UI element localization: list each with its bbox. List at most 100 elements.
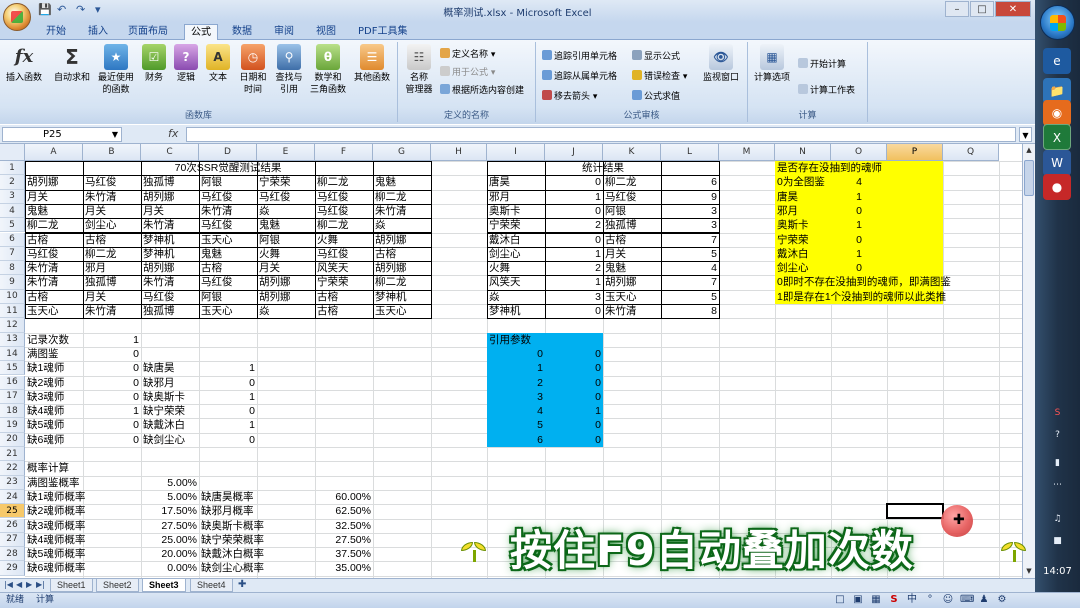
column-header-e[interactable]: E: [257, 144, 315, 161]
qat-dropdown-icon[interactable]: ▾: [95, 3, 109, 17]
row-header-9[interactable]: 9: [0, 275, 25, 290]
cell-j18[interactable]: 1: [545, 404, 603, 418]
cell-j6[interactable]: 0: [545, 233, 603, 247]
cell-k3[interactable]: 马红俊: [603, 190, 661, 204]
cell-d20[interactable]: 0: [199, 433, 257, 447]
cell-l3[interactable]: 9: [661, 190, 719, 204]
cell-a6[interactable]: 古榕: [25, 233, 83, 247]
cell-c7[interactable]: 梦神机: [141, 247, 199, 261]
cell-a18[interactable]: 缺4魂师: [25, 404, 83, 418]
cell-b28[interactable]: 20.00%: [83, 547, 199, 561]
cell-l8[interactable]: 4: [661, 261, 719, 275]
cell-i19[interactable]: 5: [487, 418, 545, 432]
cell-a13[interactable]: 记录次数: [25, 333, 83, 347]
cell-j5[interactable]: 2: [545, 218, 603, 232]
cell-n5[interactable]: 奥斯卡: [775, 218, 831, 232]
name-manager-button[interactable]: ☷ 名称 管理器: [402, 44, 436, 96]
cell-b20[interactable]: 0: [83, 433, 141, 447]
cell-c19[interactable]: 缺戴沐白: [141, 418, 199, 432]
column-header-a[interactable]: A: [25, 144, 83, 161]
row-header-14[interactable]: 14: [0, 346, 25, 362]
cell-k4[interactable]: 阿银: [603, 204, 661, 218]
help-tray-icon[interactable]: ?: [1035, 430, 1080, 440]
trace-dependents-button[interactable]: 追踪从属单元格: [542, 70, 617, 83]
cell-d26[interactable]: 缺奥斯卡概率: [199, 519, 315, 533]
cell-c8[interactable]: 胡列娜: [141, 261, 199, 275]
cell-a23[interactable]: 满图鉴概率: [25, 476, 83, 490]
normal-view-icon[interactable]: □: [834, 594, 846, 606]
watch-window-button[interactable]: 👁 监视窗口: [700, 44, 742, 84]
tab-page-layout[interactable]: 页面布局: [122, 24, 174, 40]
last-sheet-icon[interactable]: ▶|: [36, 580, 45, 589]
cell-f28[interactable]: 37.50%: [315, 547, 373, 561]
tab-review[interactable]: 审阅: [268, 24, 300, 40]
row-header-12[interactable]: 12: [0, 318, 25, 333]
first-sheet-icon[interactable]: |◀: [4, 580, 13, 589]
row-header-18[interactable]: 18: [0, 404, 25, 419]
row-header-25[interactable]: 25: [0, 504, 25, 519]
tab-pdf-tools[interactable]: PDF工具集: [352, 24, 413, 40]
column-header-o[interactable]: O: [831, 144, 887, 161]
insert-sheet-icon[interactable]: ✚: [238, 579, 246, 590]
cell-b13[interactable]: 1: [83, 333, 141, 347]
cell-d8[interactable]: 古榕: [199, 261, 257, 275]
row-header-11[interactable]: 11: [0, 304, 25, 319]
cell-i15[interactable]: 1: [487, 361, 545, 375]
firefox-icon[interactable]: ◉: [1043, 100, 1071, 126]
cell-a22[interactable]: 概率计算: [25, 461, 83, 475]
logical-button[interactable]: ? 逻辑: [172, 44, 200, 84]
more-tray-icon[interactable]: ⋯: [1035, 480, 1080, 490]
cell-l11[interactable]: 8: [661, 304, 719, 318]
cell-a2[interactable]: 胡列娜: [25, 175, 83, 189]
cell-j17[interactable]: 0: [545, 390, 603, 404]
emoji-icon[interactable]: ☺: [942, 594, 954, 606]
cell-a9[interactable]: 朱竹清: [25, 275, 83, 289]
select-all-corner[interactable]: [0, 144, 25, 161]
cell-b27[interactable]: 25.00%: [83, 533, 199, 547]
cell-b3[interactable]: 朱竹清: [83, 190, 141, 204]
volume-icon[interactable]: ♫: [1035, 514, 1080, 524]
column-header-h[interactable]: H: [431, 144, 487, 161]
cell-b14[interactable]: 0: [83, 347, 141, 361]
cell-f9[interactable]: 宁荣荣: [315, 275, 373, 289]
cell-o6[interactable]: 0: [831, 233, 887, 247]
cell-a5[interactable]: 柳二龙: [25, 218, 83, 232]
cell-i7[interactable]: 剑尘心: [487, 247, 545, 261]
cell-b5[interactable]: 剑尘心: [83, 218, 141, 232]
cell-j4[interactable]: 0: [545, 204, 603, 218]
results-title[interactable]: 70次SSR觉醒测试结果: [25, 161, 431, 175]
cell-a4[interactable]: 鬼魅: [25, 204, 83, 218]
cell-l10[interactable]: 5: [661, 290, 719, 304]
cell-b7[interactable]: 柳二龙: [83, 247, 141, 261]
column-header-n[interactable]: N: [775, 144, 831, 161]
punctuation-icon[interactable]: °: [924, 594, 936, 606]
column-header-d[interactable]: D: [199, 144, 257, 161]
cell-i5[interactable]: 宁荣荣: [487, 218, 545, 232]
show-formulas-button[interactable]: 显示公式: [632, 50, 680, 63]
cell-g4[interactable]: 朱竹清: [373, 204, 431, 218]
cell-n9[interactable]: 0即时不存在没抽到的魂师，即满图鉴: [775, 275, 951, 289]
settings-icon[interactable]: ⚙: [996, 594, 1008, 606]
cell-a19[interactable]: 缺5魂师: [25, 418, 83, 432]
row-header-21[interactable]: 21: [0, 447, 25, 462]
cell-g7[interactable]: 古榕: [373, 247, 431, 261]
define-name-button[interactable]: 定义名称 ▾: [440, 48, 495, 61]
scroll-thumb[interactable]: [1024, 160, 1034, 196]
cell-a11[interactable]: 玉天心: [25, 304, 83, 318]
cell-l9[interactable]: 7: [661, 275, 719, 289]
cell-e11[interactable]: 焱: [257, 304, 315, 318]
word-icon[interactable]: W: [1043, 150, 1071, 176]
cell-g5[interactable]: 焱: [373, 218, 431, 232]
row-header-23[interactable]: 23: [0, 475, 25, 490]
cell-f25[interactable]: 62.50%: [315, 504, 373, 518]
cell-d19[interactable]: 1: [199, 418, 257, 432]
cell-i10[interactable]: 焱: [487, 290, 545, 304]
cell-d15[interactable]: 1: [199, 361, 257, 375]
cell-b26[interactable]: 27.50%: [83, 519, 199, 533]
remove-arrows-button[interactable]: 移去箭头 ▾: [542, 90, 597, 103]
lookup-button[interactable]: ⚲ 查找与 引用: [272, 44, 306, 96]
cell-b24[interactable]: 5.00%: [83, 490, 199, 504]
cell-d6[interactable]: 玉天心: [199, 233, 257, 247]
cell-f8[interactable]: 风笑天: [315, 261, 373, 275]
cell-g3[interactable]: 柳二龙: [373, 190, 431, 204]
